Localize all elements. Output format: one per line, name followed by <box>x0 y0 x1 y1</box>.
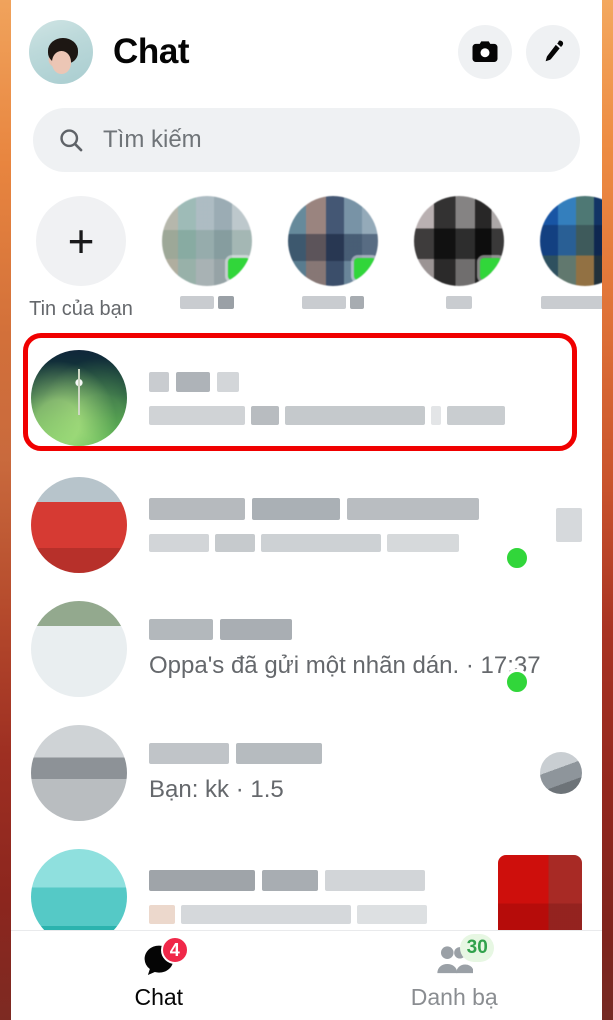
chat-preview-blurred <box>149 534 556 552</box>
chat-name-blurred <box>149 498 556 520</box>
chat-avatar[interactable] <box>31 350 127 446</box>
messenger-app: Chat Tìm kiếm + Tin của bạn Oppa's đã gử… <box>11 0 602 1020</box>
tab-contacts[interactable]: 30 Danh bạ <box>307 931 603 1020</box>
chat-name-blurred <box>149 371 582 392</box>
phone-frame-left-edge <box>0 0 11 1020</box>
online-indicator <box>354 258 376 280</box>
pencil-icon <box>545 40 564 62</box>
story-item[interactable] <box>155 196 259 309</box>
chat-row-text <box>149 371 582 425</box>
chat-row-thumb-blurred <box>556 508 582 542</box>
chat-row-thumbnail[interactable] <box>540 752 582 794</box>
tab-chat[interactable]: 4 Chat <box>11 931 307 1020</box>
story-avatar <box>162 196 252 286</box>
online-indicator <box>504 669 530 695</box>
bottom-navigation: 4 Chat 30 Danh bạ <box>11 930 602 1020</box>
chat-row[interactable] <box>11 463 602 587</box>
online-indicator <box>480 258 502 280</box>
plus-icon: + <box>36 196 126 286</box>
search-bar[interactable]: Tìm kiếm <box>33 108 580 172</box>
story-name-blurred <box>533 296 602 309</box>
camera-icon <box>472 41 498 62</box>
chat-icon-wrap: 4 <box>131 936 189 980</box>
story-avatar <box>540 196 602 286</box>
chat-avatar[interactable] <box>31 601 127 697</box>
chat-row-text: Bạn: kk · 1.5 <box>149 742 540 804</box>
story-item[interactable] <box>533 196 602 309</box>
chat-row-thumbnail[interactable] <box>498 855 582 939</box>
online-indicator <box>504 545 530 571</box>
chat-name-blurred <box>149 870 498 891</box>
story-add-your-story[interactable]: + Tin của bạn <box>29 196 133 321</box>
chat-row[interactable]: Oppa's đã gửi một nhãn dán. · 17:37 <box>11 587 602 711</box>
profile-avatar[interactable] <box>29 20 93 84</box>
contacts-badge: 30 <box>460 934 495 962</box>
online-indicator <box>228 258 250 280</box>
stories-row[interactable]: + Tin của bạn <box>11 172 602 333</box>
story-item[interactable] <box>281 196 385 309</box>
chat-name-blurred <box>149 618 582 640</box>
chat-row-text <box>149 870 498 924</box>
people-icon-wrap: 30 <box>426 934 495 980</box>
chat-name-blurred <box>149 742 540 764</box>
phone-frame-right-edge <box>602 0 613 1020</box>
chat-preview-blurred <box>149 405 582 425</box>
chat-list: Oppa's đã gửi một nhãn dán. · 17:37 Bạn:… <box>11 333 602 959</box>
story-name-blurred <box>281 296 385 309</box>
chat-row-highlighted[interactable] <box>11 333 602 463</box>
search-input[interactable]: Tìm kiếm <box>103 126 202 154</box>
search-icon <box>60 129 83 152</box>
chat-preview: Bạn: kk · 1.5 <box>149 775 284 803</box>
chat-preview-blurred <box>149 905 498 924</box>
story-item[interactable] <box>407 196 511 309</box>
app-header: Chat <box>11 0 602 104</box>
page-title: Chat <box>113 32 190 71</box>
story-name-blurred <box>407 296 511 309</box>
story-avatar <box>288 196 378 286</box>
chat-row[interactable]: Bạn: kk · 1.5 <box>11 711 602 835</box>
app-screen: Chat Tìm kiếm + Tin của bạn Oppa's đã gử… <box>0 0 613 1020</box>
story-avatar <box>414 196 504 286</box>
camera-button[interactable] <box>458 25 512 79</box>
compose-button[interactable] <box>526 25 580 79</box>
tab-chat-label: Chat <box>134 984 184 1010</box>
tab-contacts-label: Danh bạ <box>410 984 498 1010</box>
story-add-label: Tin của bạn <box>29 298 133 320</box>
chat-row-text <box>149 498 556 552</box>
chat-avatar[interactable] <box>31 725 127 821</box>
chat-avatar[interactable] <box>31 477 127 573</box>
chat-badge: 4 <box>160 936 189 964</box>
story-name-blurred <box>155 296 259 309</box>
